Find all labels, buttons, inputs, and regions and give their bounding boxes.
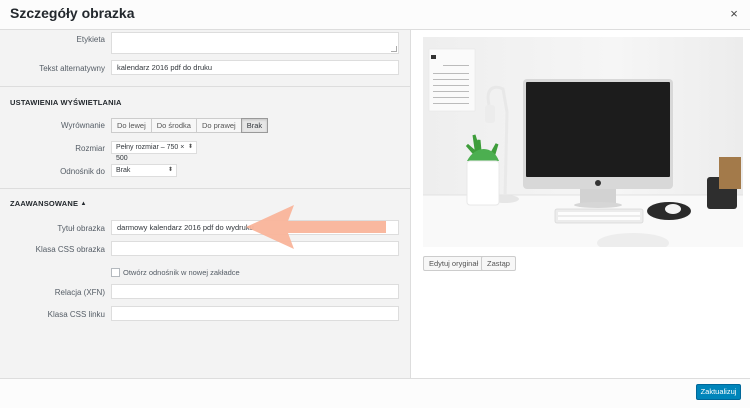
- modal-footer: [0, 378, 750, 408]
- image-preview: [423, 37, 743, 247]
- edit-original-button[interactable]: Edytuj oryginał: [423, 256, 485, 271]
- replace-button[interactable]: Zastąp: [481, 256, 516, 271]
- update-button[interactable]: Zaktualizuj: [696, 384, 741, 400]
